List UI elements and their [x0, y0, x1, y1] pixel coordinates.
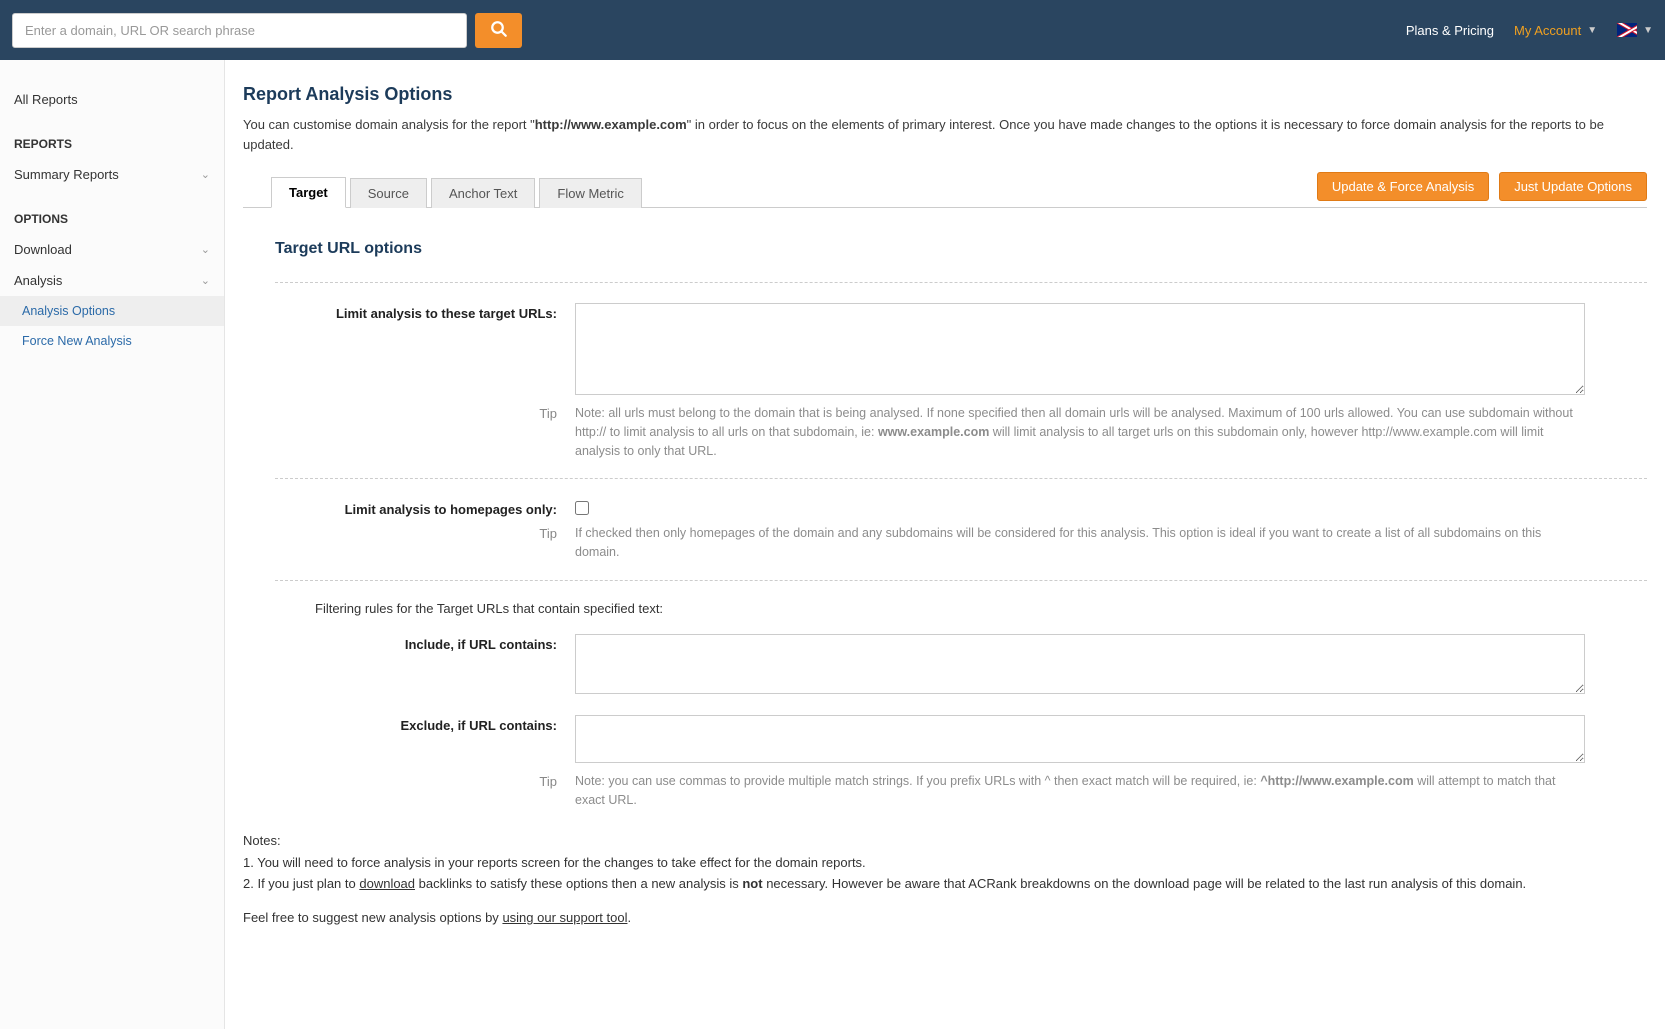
row-limit-urls: Limit analysis to these target URLs:: [275, 303, 1647, 398]
sidebar-item-analysis[interactable]: Analysis ⌄: [0, 265, 224, 296]
notes-3-post: .: [627, 910, 631, 925]
sidebar: All Reports REPORTS Summary Reports ⌄ OP…: [0, 60, 225, 1029]
panel-title: Target URL options: [275, 240, 1647, 258]
tab-flow-metric[interactable]: Flow Metric: [539, 178, 641, 208]
sidebar-item-all-reports[interactable]: All Reports: [0, 84, 224, 115]
chevron-down-icon: ▼: [1643, 25, 1653, 36]
tip1-bold: www.example.com: [878, 425, 989, 439]
notes-2-pre: 2. If you just plan to: [243, 876, 359, 891]
notes-line-3: Feel free to suggest new analysis option…: [243, 908, 1647, 928]
content-area: Report Analysis Options You can customis…: [225, 60, 1665, 1029]
notes-2-mid: backlinks to satisfy these options then …: [415, 876, 742, 891]
tab-buttons: Update & Force Analysis Just Update Opti…: [1317, 172, 1647, 207]
label-homepages: Limit analysis to homepages only:: [275, 499, 575, 518]
language-selector[interactable]: ▼: [1617, 23, 1653, 37]
search-box: [12, 13, 522, 48]
sidebar-item-summary-reports[interactable]: Summary Reports ⌄: [0, 159, 224, 190]
control-include: [575, 634, 1585, 697]
filter-heading: Filtering rules for the Target URLs that…: [315, 601, 1647, 616]
target-panel: Target URL options Limit analysis to the…: [243, 208, 1647, 809]
tip-label: Tip: [275, 772, 575, 810]
tab-anchor-text[interactable]: Anchor Text: [431, 178, 535, 208]
main-layout: All Reports REPORTS Summary Reports ⌄ OP…: [0, 60, 1665, 1029]
row-include: Include, if URL contains:: [275, 634, 1647, 697]
intro-domain: http://www.example.com: [535, 117, 687, 132]
exclude-url-textarea[interactable]: [575, 715, 1585, 763]
sidebar-item-label: Summary Reports: [14, 167, 119, 182]
label-limit-urls: Limit analysis to these target URLs:: [275, 303, 575, 398]
tab-target[interactable]: Target: [271, 177, 346, 208]
notes-line-2: 2. If you just plan to download backlink…: [243, 874, 1647, 894]
tip-text-2: If checked then only homepages of the do…: [575, 524, 1575, 562]
sidebar-heading-options: OPTIONS: [0, 190, 224, 234]
sidebar-item-label: Download: [14, 242, 72, 257]
chevron-down-icon: ⌄: [201, 243, 210, 256]
limit-target-urls-textarea[interactable]: [575, 303, 1585, 395]
sidebar-sub-analysis-options[interactable]: Analysis Options: [0, 296, 224, 326]
my-account-label: My Account: [1514, 23, 1581, 38]
search-input[interactable]: [12, 13, 467, 48]
tabs-row: Target Source Anchor Text Flow Metric Up…: [243, 172, 1647, 208]
page-title: Report Analysis Options: [243, 84, 1647, 105]
header-bar: Plans & Pricing My Account ▼ ▼: [0, 0, 1665, 60]
tip-label: Tip: [275, 524, 575, 562]
flag-uk-icon: [1617, 23, 1637, 37]
header-right: Plans & Pricing My Account ▼ ▼: [1406, 23, 1653, 38]
notes-section: Notes: 1. You will need to force analysi…: [243, 831, 1647, 927]
plans-pricing-link[interactable]: Plans & Pricing: [1406, 23, 1494, 38]
divider: [275, 580, 1647, 581]
notes-3-pre: Feel free to suggest new analysis option…: [243, 910, 502, 925]
sidebar-item-label: Analysis: [14, 273, 62, 288]
limit-homepages-checkbox[interactable]: [575, 501, 589, 515]
sidebar-item-download[interactable]: Download ⌄: [0, 234, 224, 265]
row-exclude: Exclude, if URL contains:: [275, 715, 1647, 766]
control-limit-urls: [575, 303, 1585, 398]
tip-text-1: Note: all urls must belong to the domain…: [575, 404, 1575, 460]
notes-2-post: necessary. However be aware that ACRank …: [763, 876, 1527, 891]
notes-heading: Notes:: [243, 831, 1647, 851]
label-exclude: Exclude, if URL contains:: [275, 715, 575, 766]
row-homepages: Limit analysis to homepages only:: [275, 499, 1647, 518]
label-include: Include, if URL contains:: [275, 634, 575, 697]
divider: [275, 282, 1647, 283]
update-force-analysis-button[interactable]: Update & Force Analysis: [1317, 172, 1489, 201]
control-homepages: [575, 499, 1585, 518]
tip-text-3: Note: you can use commas to provide mult…: [575, 772, 1575, 810]
chevron-down-icon: ⌄: [201, 274, 210, 287]
tip3-pre: Note: you can use commas to provide mult…: [575, 774, 1260, 788]
tip-row-2: Tip If checked then only homepages of th…: [275, 524, 1647, 562]
tip3-bold: ^http://www.example.com: [1260, 774, 1413, 788]
tip-row-3: Tip Note: you can use commas to provide …: [275, 772, 1647, 810]
just-update-options-button[interactable]: Just Update Options: [1499, 172, 1647, 201]
tab-source[interactable]: Source: [350, 178, 427, 208]
my-account-link[interactable]: My Account ▼: [1514, 23, 1597, 38]
search-button[interactable]: [475, 13, 522, 48]
notes-2-bold: not: [742, 876, 762, 891]
tip-row-1: Tip Note: all urls must belong to the do…: [275, 404, 1647, 460]
divider: [275, 478, 1647, 479]
notes-line-1: 1. You will need to force analysis in yo…: [243, 853, 1647, 873]
download-link[interactable]: download: [359, 876, 415, 891]
chevron-down-icon: ▼: [1587, 25, 1597, 36]
tip-label: Tip: [275, 404, 575, 460]
chevron-down-icon: ⌄: [201, 168, 210, 181]
sidebar-sub-force-new[interactable]: Force New Analysis: [0, 326, 224, 356]
control-exclude: [575, 715, 1585, 766]
sidebar-item-label: All Reports: [14, 92, 78, 107]
sidebar-heading-reports: REPORTS: [0, 115, 224, 159]
intro-pre: You can customise domain analysis for th…: [243, 117, 535, 132]
support-tool-link[interactable]: using our support tool: [502, 910, 627, 925]
intro-text: You can customise domain analysis for th…: [243, 115, 1647, 154]
include-url-textarea[interactable]: [575, 634, 1585, 694]
search-icon: [490, 20, 508, 41]
